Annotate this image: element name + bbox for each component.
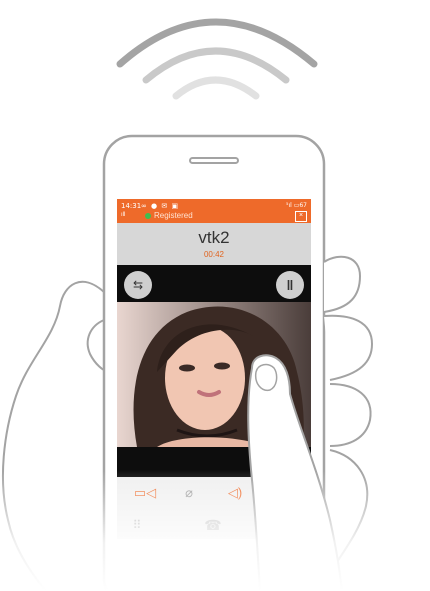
index-finger-outline: [247, 354, 344, 591]
pointing-finger: [247, 354, 344, 591]
fingernail: [254, 363, 278, 392]
